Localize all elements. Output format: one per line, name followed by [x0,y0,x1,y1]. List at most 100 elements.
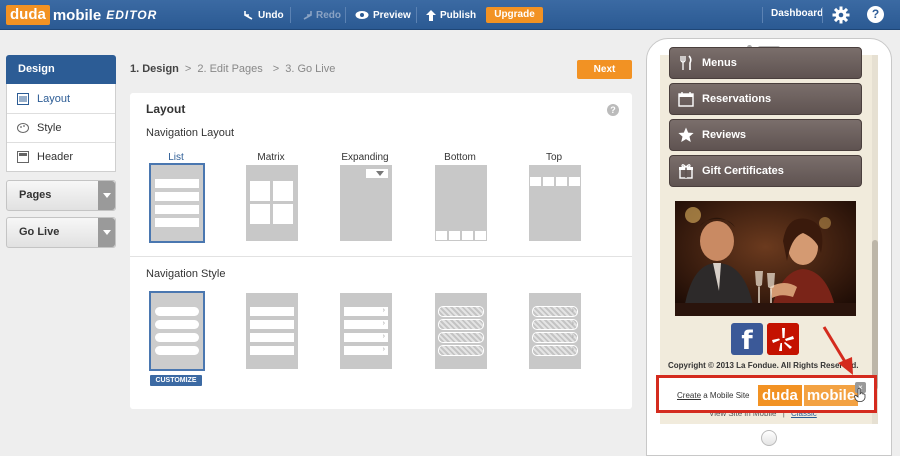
toolbar-divider [822,7,823,23]
duda-mobile-logo: duda mobile EDITOR [6,5,157,25]
gear-icon[interactable] [832,6,850,24]
next-button[interactable]: Next [577,60,632,79]
hand-cursor-icon [854,388,866,402]
preview-menu-label: Menus [702,57,737,69]
toolbar-divider [345,7,346,23]
layout-option-top[interactable] [529,165,581,241]
nav-style-option-flat[interactable] [246,293,298,369]
redo-icon [303,11,312,20]
dropdown-arrow-icon [376,171,384,176]
left-nav: Design Layout Style Header [6,55,116,172]
phone-home-button [761,430,777,446]
logo-mobile: mobile [52,6,102,24]
layout-option-label-bottom[interactable]: Bottom [430,152,490,163]
layout-option-list[interactable] [149,163,205,243]
panel-title: Layout [146,102,186,116]
couple-dining-image [675,201,856,316]
layout-option-label-top[interactable]: Top [524,152,584,163]
preview-scrollbar-thumb[interactable] [872,240,878,390]
toolbar-divider [416,7,417,23]
facebook-icon[interactable]: f [731,323,763,356]
breadcrumb-step-edit-pages[interactable]: 2. Edit Pages [197,63,262,75]
panel-help-icon[interactable]: ? [607,104,619,116]
star-icon [678,127,694,142]
preview-menu-gift-certificates[interactable]: Gift Certificates [669,155,862,187]
banner-text: Create a Mobile Site [677,391,749,400]
layout-option-matrix[interactable] [246,165,298,241]
breadcrumb: 1. Design > 2. Edit Pages > 3. Go Live [130,63,335,75]
redo-button[interactable]: Redo [302,8,341,22]
palette-icon [17,123,29,133]
breadcrumb-step-go-live[interactable]: 3. Go Live [285,63,335,75]
nav-pages[interactable]: Pages [6,180,116,211]
top-bar: duda mobile EDITOR Undo Redo Preview Pub… [0,0,900,30]
sidebar-item-layout[interactable]: Layout [7,84,115,113]
layout-icon [17,92,29,105]
banner-logo-mobile: mobile [803,385,859,406]
layout-option-bottom[interactable] [435,165,487,241]
navigation-style-label: Navigation Style [146,268,226,280]
preview-menu-reservations[interactable]: Reservations [669,83,862,115]
customize-button[interactable]: CUSTOMIZE [150,375,202,386]
preview-menu-menus[interactable]: Menus [669,47,862,79]
calendar-icon [678,92,694,107]
nav-style-option-hatched[interactable] [435,293,487,369]
preview-menu-label: Reviews [702,129,747,141]
fork-knife-icon [680,55,692,70]
navigation-layout-label: Navigation Layout [146,127,235,139]
toolbar-divider [762,7,763,23]
banner-duda-logo[interactable]: duda mobile [758,385,859,406]
banner-text-rest: a Mobile Site [701,391,750,400]
layout-option-label-expanding[interactable]: Expanding [335,152,395,163]
sidebar-item-label: Layout [37,92,71,105]
arrow-up-icon [426,9,436,21]
logo-editor: EDITOR [106,8,158,22]
banner-logo-duda: duda [758,385,802,406]
nav-design-header[interactable]: Design [6,55,116,84]
gift-icon [679,164,693,179]
layout-option-label-matrix[interactable]: Matrix [241,152,301,163]
preview-menu-label: Reservations [702,93,772,105]
header-icon [17,151,29,163]
nav-pages-label: Pages [19,189,52,201]
sidebar-item-style[interactable]: Style [7,113,115,142]
breadcrumb-separator: > [184,63,192,75]
red-arrow-annotation-icon [822,326,853,375]
layout-option-label-list[interactable]: List [146,152,206,163]
logo-duda: duda [6,5,50,25]
upgrade-button[interactable]: Upgrade [486,7,543,23]
eye-icon [355,11,369,19]
preview-menu-reviews[interactable]: Reviews [669,119,862,151]
create-mobile-site-banner[interactable]: Create a Mobile Site duda mobile × [656,375,877,413]
chevron-down-icon[interactable] [98,218,115,247]
nav-go-live[interactable]: Go Live [6,217,116,248]
layout-option-expanding[interactable] [340,165,392,241]
toolbar-divider [290,7,291,23]
nav-style-option-chevron[interactable]: › › › › [340,293,392,369]
dashboard-link[interactable]: Dashboard [771,8,823,19]
undo-label: Undo [258,9,284,21]
help-button[interactable]: ? [867,6,884,23]
restaurant-photo [675,201,856,316]
redo-label: Redo [316,9,341,21]
sidebar-item-label: Header [37,151,74,163]
sidebar-item-header[interactable]: Header [7,142,115,171]
publish-button[interactable]: Publish [426,8,476,22]
sidebar-item-label: Style [37,122,62,134]
breadcrumb-separator: > [272,63,280,75]
publish-label: Publish [440,9,477,21]
undo-icon [244,11,253,20]
nav-style-option-rounded[interactable] [149,291,205,371]
banner-create-link[interactable]: Create [677,391,701,400]
nav-style-option-hatched-chevron[interactable]: › › › › [529,293,581,369]
section-divider [130,256,632,257]
preview-label: Preview [373,9,411,21]
breadcrumb-step-design[interactable]: 1. Design [130,63,179,75]
yelp-icon[interactable] [767,323,799,355]
design-submenu: Layout Style Header [6,84,116,172]
preview-button[interactable]: Preview [355,8,411,22]
undo-button[interactable]: Undo [244,8,284,22]
chevron-down-icon[interactable] [98,181,115,210]
nav-go-live-label: Go Live [19,226,60,238]
preview-menu-label: Gift Certificates [702,165,784,177]
